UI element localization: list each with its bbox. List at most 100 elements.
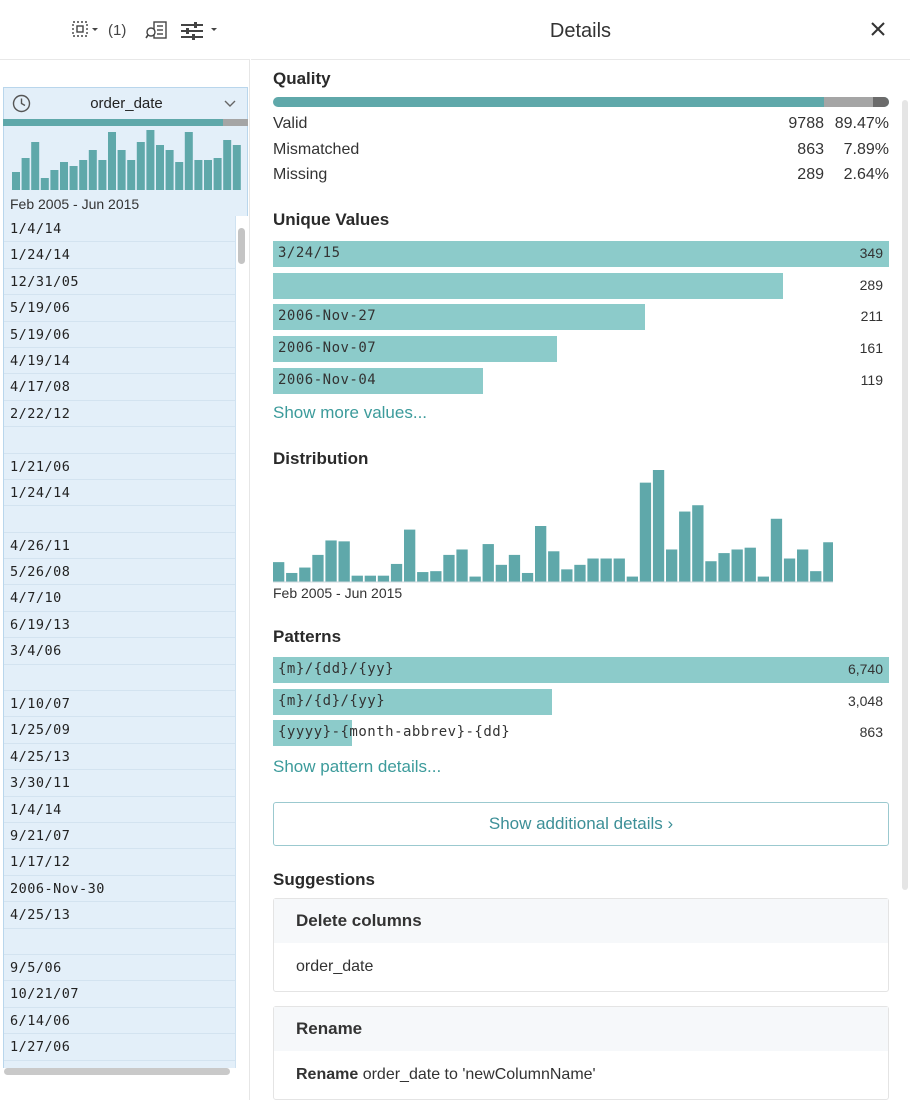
column-value-cell[interactable]: 1/4/14 <box>4 797 235 823</box>
column-value-cell[interactable]: 12/31/05 <box>4 269 235 296</box>
distribution-bar[interactable] <box>666 549 678 582</box>
column-value-cell[interactable]: 4/25/13 <box>4 744 235 771</box>
distribution-bar[interactable] <box>390 563 403 582</box>
column-details-icon[interactable] <box>145 20 169 42</box>
distribution-chart[interactable] <box>273 470 833 584</box>
column-value-cell[interactable]: 6/19/13 <box>4 612 235 639</box>
distribution-bar[interactable] <box>417 572 429 582</box>
distribution-bar[interactable] <box>404 529 416 582</box>
distribution-bar[interactable] <box>286 572 298 582</box>
distribution-bar[interactable] <box>351 575 363 582</box>
distribution-bar[interactable] <box>652 470 665 582</box>
distribution-bar[interactable] <box>456 549 468 582</box>
show-additional-details-button[interactable]: Show additional details › <box>273 802 889 846</box>
column-value-cell[interactable]: 1/27/06 <box>4 1034 235 1061</box>
column-histogram-bar[interactable] <box>194 160 203 190</box>
select-columns-icon[interactable] <box>72 20 100 42</box>
chevron-down-icon[interactable] <box>223 97 237 109</box>
column-value-cell[interactable]: 3/4/06 <box>4 638 235 665</box>
column-histogram-bar[interactable] <box>60 162 68 190</box>
column-histogram-bar[interactable] <box>117 150 126 190</box>
distribution-bar[interactable] <box>731 549 743 582</box>
column-value-cell[interactable]: 2/22/12 <box>4 401 235 428</box>
column-histogram-bar[interactable] <box>40 178 49 190</box>
distribution-bar[interactable] <box>443 554 455 582</box>
pattern-row[interactable]: {m}/{dd}/{yy} 6,740 <box>273 657 889 683</box>
column-histogram-bar[interactable] <box>213 158 222 190</box>
show-pattern-details-link[interactable]: Show pattern details... <box>273 757 441 777</box>
vertical-scrollbar[interactable] <box>238 228 245 264</box>
distribution-bar[interactable] <box>626 576 638 582</box>
unique-value-row[interactable]: 3/24/15 349 <box>273 241 889 267</box>
distribution-bar[interactable] <box>299 567 311 582</box>
distribution-bar[interactable] <box>364 575 376 582</box>
distribution-bar[interactable] <box>338 541 350 582</box>
distribution-bar[interactable] <box>273 562 285 582</box>
distribution-bar[interactable] <box>718 553 730 582</box>
column-histogram-bar[interactable] <box>50 170 59 190</box>
distribution-bar[interactable] <box>312 554 324 582</box>
distribution-bar[interactable] <box>797 549 809 582</box>
unique-value-row[interactable]: 2006-Nov-04 119 <box>273 367 889 394</box>
column-quality-bar[interactable] <box>3 119 248 126</box>
column-histogram-bar[interactable] <box>165 150 174 190</box>
column-histogram-bar[interactable] <box>69 166 78 190</box>
distribution-bar[interactable] <box>377 575 390 582</box>
pattern-row[interactable]: {m}/{d}/{yy} 3,048 <box>273 688 889 715</box>
horizontal-scrollbar[interactable] <box>4 1068 230 1075</box>
column-histogram-bar[interactable] <box>156 145 164 190</box>
column-histogram-bar[interactable] <box>204 160 212 190</box>
column-value-cell[interactable]: 5/19/06 <box>4 295 235 322</box>
distribution-bar[interactable] <box>587 558 599 582</box>
distribution-bar[interactable] <box>770 518 783 582</box>
distribution-bar[interactable] <box>561 569 573 582</box>
pattern-row[interactable]: {yyyy}-{month-abbrev}-{dd} 863 <box>273 720 889 747</box>
column-value-cell[interactable]: 1/24/14 <box>4 242 235 269</box>
column-value-cell[interactable]: 4/17/08 <box>4 374 235 401</box>
column-histogram-bar[interactable] <box>223 140 232 190</box>
column-histogram-bar[interactable] <box>146 130 155 190</box>
column-value-cell[interactable]: 2006-Nov-30 <box>4 876 235 903</box>
distribution-bar[interactable] <box>600 558 612 582</box>
column-histogram-bar[interactable] <box>184 132 193 190</box>
column-histogram-bar[interactable] <box>21 158 30 190</box>
column-value-cell[interactable]: 1/10/07 <box>4 691 235 718</box>
column-histogram-bar[interactable] <box>12 172 20 190</box>
column-value-cell[interactable] <box>4 665 235 692</box>
column-value-cell[interactable]: 10/21/07 <box>4 981 235 1008</box>
column-histogram-bar[interactable] <box>79 160 88 190</box>
suggestion-card-delete[interactable]: Delete columns order_date <box>273 898 889 992</box>
unique-value-row[interactable]: 2006-Nov-27 211 <box>273 304 889 331</box>
distribution-bar[interactable] <box>639 482 652 582</box>
column-histogram-bar[interactable] <box>88 150 97 190</box>
sliders-icon[interactable] <box>180 20 220 42</box>
distribution-bar[interactable] <box>495 564 507 582</box>
column-value-cell[interactable]: 9/21/07 <box>4 823 235 850</box>
distribution-bar[interactable] <box>744 547 756 582</box>
column-header[interactable]: order_date <box>3 87 248 119</box>
distribution-bar[interactable] <box>757 576 769 582</box>
distribution-bar[interactable] <box>692 505 704 582</box>
distribution-bar[interactable] <box>535 526 547 582</box>
column-histogram-bar[interactable] <box>175 162 184 190</box>
column-histogram-bar[interactable] <box>232 145 241 190</box>
suggestion-card-rename[interactable]: Rename Rename order_date to 'newColumnNa… <box>273 1006 889 1100</box>
distribution-bar[interactable] <box>521 572 534 582</box>
distribution-bar[interactable] <box>508 554 521 582</box>
column-histogram-bar[interactable] <box>127 160 136 190</box>
unique-value-row[interactable]: 289 <box>273 272 889 299</box>
column-histogram-bar[interactable] <box>98 160 107 190</box>
distribution-bar[interactable] <box>469 576 481 582</box>
column-histogram-bar[interactable] <box>31 142 40 190</box>
quality-row-missing[interactable]: Missing 289 2.64% <box>273 166 889 188</box>
quality-row-valid[interactable]: Valid 9788 89.47% <box>273 115 889 137</box>
column-value-cell[interactable]: 6/14/06 <box>4 1008 235 1035</box>
column-value-cell[interactable]: 9/5/06 <box>4 955 235 982</box>
show-more-values-link[interactable]: Show more values... <box>273 403 427 423</box>
details-scrollbar[interactable] <box>902 100 908 890</box>
column-value-cell[interactable]: 5/26/08 <box>4 559 235 586</box>
distribution-bar[interactable] <box>430 571 442 582</box>
column-value-cell[interactable] <box>4 506 235 533</box>
quality-bar[interactable] <box>273 97 889 107</box>
column-value-cell[interactable]: 1/24/14 <box>4 480 235 507</box>
